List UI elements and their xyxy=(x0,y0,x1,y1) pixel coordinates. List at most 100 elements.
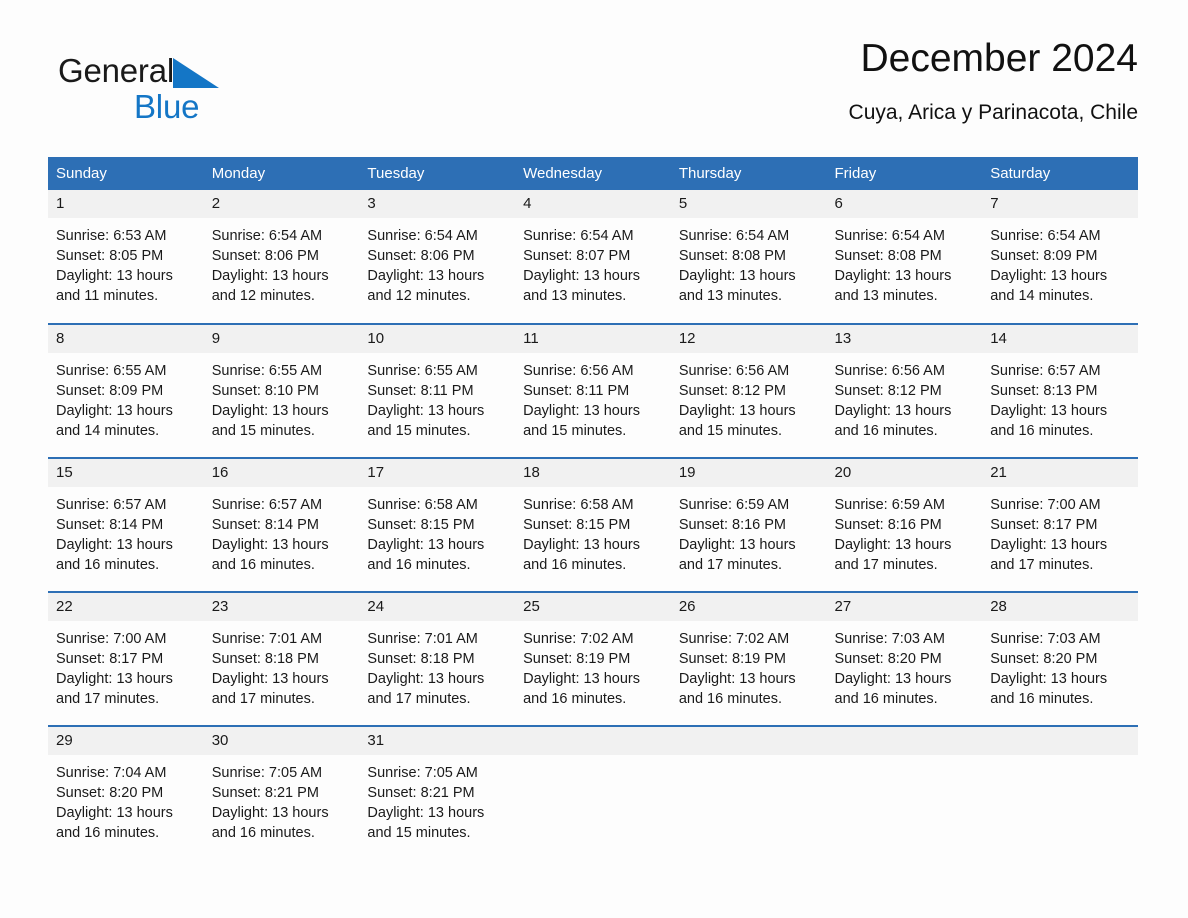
calendar-day-cell[interactable]: 3 Sunrise: 6:54 AM Sunset: 8:06 PM Daylight… xyxy=(359,190,516,324)
page-header: General Blue December 2024 Cuya, Arica y… xyxy=(48,36,1138,144)
day-number: 18 xyxy=(515,459,671,487)
sunrise-text: Sunrise: 7:01 AM xyxy=(367,631,478,647)
day-number: 24 xyxy=(359,593,516,621)
sunset-text: Sunset: 8:17 PM xyxy=(56,651,164,667)
calendar-day-cell[interactable]: 17 Sunrise: 6:58 AM Sunset: 8:15 PM Dayligh… xyxy=(359,457,516,592)
sunset-text: Sunset: 8:16 PM xyxy=(834,517,942,533)
calendar-day-cell[interactable]: 28 Sunrise: 7:03 AM Sunset: 8:20 PM Dayligh… xyxy=(982,591,1138,726)
daylight-text-line1: Daylight: 13 hours xyxy=(56,805,173,821)
daylight-text-line1: Daylight: 13 hours xyxy=(834,671,952,687)
daylight-text-line1: Daylight: 13 hours xyxy=(367,671,485,687)
weekday-header-friday: Friday xyxy=(826,157,983,190)
daylight-text-line2: and 16 minutes. xyxy=(834,423,938,439)
day-details: Sunrise: 6:57 AM Sunset: 8:13 PM Daylight:… xyxy=(982,353,1138,441)
daylight-text-line2: and 17 minutes. xyxy=(990,557,1094,573)
sunset-text: Sunset: 8:15 PM xyxy=(523,517,631,533)
sunset-text: Sunset: 8:10 PM xyxy=(211,383,319,399)
calendar-day-cell[interactable]: 18 Sunrise: 6:58 AM Sunset: 8:15 PM Dayligh… xyxy=(515,457,671,592)
day-number xyxy=(515,727,671,755)
sunset-text: Sunset: 8:05 PM xyxy=(56,248,164,264)
calendar-day-cell[interactable]: 27 Sunrise: 7:03 AM Sunset: 8:20 PM Dayligh… xyxy=(826,591,983,726)
daylight-text-line1: Daylight: 13 hours xyxy=(678,268,796,284)
daylight-text-line1: Daylight: 13 hours xyxy=(211,537,329,553)
daylight-text-line1: Daylight: 13 hours xyxy=(523,403,640,419)
calendar-day-cell[interactable]: 19 Sunrise: 6:59 AM Sunset: 8:16 PM Dayligh… xyxy=(670,457,827,592)
calendar-day-cell[interactable]: 23 Sunrise: 7:01 AM Sunset: 8:18 PM Dayligh… xyxy=(203,591,360,726)
calendar-day-cell[interactable]: 22 Sunrise: 7:00 AM Sunset: 8:17 PM Dayligh… xyxy=(48,591,204,726)
day-details: Sunrise: 6:56 AM Sunset: 8:11 PM Daylight:… xyxy=(515,353,671,441)
sunrise-text: Sunrise: 6:56 AM xyxy=(523,363,634,379)
daylight-text-line2: and 16 minutes. xyxy=(211,825,315,841)
calendar-day-cell[interactable]: 9 Sunrise: 6:55 AM Sunset: 8:10 PM Daylight… xyxy=(203,323,360,458)
sunrise-text: Sunrise: 6:57 AM xyxy=(211,497,323,513)
day-number xyxy=(982,727,1138,755)
sunset-text: Sunset: 8:12 PM xyxy=(834,383,942,399)
daylight-text-line2: and 15 minutes. xyxy=(678,423,782,439)
daylight-text-line1: Daylight: 13 hours xyxy=(56,671,173,687)
calendar-day-cell[interactable]: 29 Sunrise: 7:04 AM Sunset: 8:20 PM Dayligh… xyxy=(48,725,204,860)
calendar-day-cell[interactable]: 6 Sunrise: 6:54 AM Sunset: 8:08 PM Daylight… xyxy=(826,190,983,324)
calendar-table: Sunday Monday Tuesday Wednesday Thursday… xyxy=(48,157,1138,860)
sunset-text: Sunset: 8:06 PM xyxy=(211,248,319,264)
logo-text-general: General xyxy=(58,52,175,89)
daylight-text-line2: and 13 minutes. xyxy=(834,288,938,304)
sunset-text: Sunset: 8:16 PM xyxy=(678,517,787,533)
calendar-day-cell[interactable]: 21 Sunrise: 7:00 AM Sunset: 8:17 PM Dayligh… xyxy=(982,457,1138,592)
daylight-text-line2: and 17 minutes. xyxy=(211,691,315,707)
day-number: 17 xyxy=(359,459,516,487)
calendar-day-cell[interactable]: 5 Sunrise: 6:54 AM Sunset: 8:08 PM Daylight… xyxy=(670,190,827,324)
calendar-day-cell[interactable]: 10 Sunrise: 6:55 AM Sunset: 8:11 PM Dayligh… xyxy=(359,323,516,458)
calendar-day-cell[interactable]: 24 Sunrise: 7:01 AM Sunset: 8:18 PM Dayligh… xyxy=(359,591,516,726)
calendar-day-cell[interactable]: 14 Sunrise: 6:57 AM Sunset: 8:13 PM Dayligh… xyxy=(982,323,1138,458)
calendar-day-cell[interactable]: 15 Sunrise: 6:57 AM Sunset: 8:14 PM Dayligh… xyxy=(48,457,204,592)
calendar-day-cell[interactable]: 12 Sunrise: 6:56 AM Sunset: 8:12 PM Dayligh… xyxy=(670,323,827,458)
sunset-text: Sunset: 8:15 PM xyxy=(367,517,475,533)
calendar-day-cell[interactable]: 25 Sunrise: 7:02 AM Sunset: 8:19 PM Dayligh… xyxy=(515,591,671,726)
sunset-text: Sunset: 8:18 PM xyxy=(211,651,319,667)
day-details: Sunrise: 7:05 AM Sunset: 8:21 PM Daylight:… xyxy=(204,755,360,843)
calendar-day-cell[interactable]: 13 Sunrise: 6:56 AM Sunset: 8:12 PM Dayligh… xyxy=(826,323,983,458)
sunset-text: Sunset: 8:13 PM xyxy=(990,383,1098,399)
calendar-day-cell[interactable]: 11 Sunrise: 6:56 AM Sunset: 8:11 PM Dayligh… xyxy=(515,323,671,458)
sunset-text: Sunset: 8:08 PM xyxy=(834,248,942,264)
generalblue-logo[interactable]: General Blue xyxy=(58,52,318,132)
sunset-text: Sunset: 8:12 PM xyxy=(678,383,787,399)
sunrise-text: Sunrise: 6:58 AM xyxy=(367,497,478,513)
calendar-cell-empty xyxy=(670,725,827,860)
calendar-day-cell[interactable]: 4 Sunrise: 6:54 AM Sunset: 8:07 PM Daylight… xyxy=(515,190,671,324)
sunrise-text: Sunrise: 6:59 AM xyxy=(678,497,790,513)
day-number: 23 xyxy=(203,593,360,621)
day-details: Sunrise: 6:59 AM Sunset: 8:16 PM Daylight:… xyxy=(827,487,983,575)
day-number: 3 xyxy=(359,190,516,218)
sunrise-text: Sunrise: 6:54 AM xyxy=(523,228,634,244)
calendar-day-cell[interactable]: 31 Sunrise: 7:05 AM Sunset: 8:21 PM Dayligh… xyxy=(359,725,516,860)
daylight-text-line1: Daylight: 13 hours xyxy=(834,403,952,419)
daylight-text-line1: Daylight: 13 hours xyxy=(367,805,485,821)
calendar-day-cell[interactable]: 2 Sunrise: 6:54 AM Sunset: 8:06 PM Daylight… xyxy=(203,190,360,324)
sunset-text: Sunset: 8:11 PM xyxy=(367,383,474,399)
sunrise-text: Sunrise: 7:00 AM xyxy=(990,497,1101,513)
calendar-day-cell[interactable]: 30 Sunrise: 7:05 AM Sunset: 8:21 PM Dayligh… xyxy=(203,725,360,860)
weekday-header-monday: Monday xyxy=(203,157,360,190)
calendar-week-row: 22 Sunrise: 7:00 AM Sunset: 8:17 PM Dayligh… xyxy=(48,591,1138,726)
title-block: December 2024 Cuya, Arica y Parinacota, … xyxy=(849,36,1138,126)
calendar-week-row: 8 Sunrise: 6:55 AM Sunset: 8:09 PM Daylight… xyxy=(48,323,1138,458)
day-number: 4 xyxy=(515,190,671,218)
day-number: 16 xyxy=(203,459,360,487)
daylight-text-line1: Daylight: 13 hours xyxy=(56,268,173,284)
day-number: 30 xyxy=(203,727,360,755)
day-number: 1 xyxy=(48,190,204,218)
calendar-day-cell[interactable]: 7 Sunrise: 6:54 AM Sunset: 8:09 PM Daylight… xyxy=(982,190,1138,324)
day-number: 12 xyxy=(670,325,827,353)
sunset-text: Sunset: 8:07 PM xyxy=(523,248,631,264)
calendar-day-cell[interactable]: 1 Sunrise: 6:53 AM Sunset: 8:05 PM Daylight… xyxy=(48,190,204,324)
weekday-header-wednesday: Wednesday xyxy=(515,157,671,190)
daylight-text-line1: Daylight: 13 hours xyxy=(990,268,1108,284)
calendar-day-cell[interactable]: 20 Sunrise: 6:59 AM Sunset: 8:16 PM Dayligh… xyxy=(826,457,983,592)
daylight-text-line1: Daylight: 13 hours xyxy=(211,268,329,284)
calendar-day-cell[interactable]: 26 Sunrise: 7:02 AM Sunset: 8:19 PM Dayligh… xyxy=(670,591,827,726)
calendar-day-cell[interactable]: 16 Sunrise: 6:57 AM Sunset: 8:14 PM Dayligh… xyxy=(203,457,360,592)
calendar-day-cell[interactable]: 8 Sunrise: 6:55 AM Sunset: 8:09 PM Daylight… xyxy=(48,323,204,458)
day-details: Sunrise: 6:58 AM Sunset: 8:15 PM Daylight:… xyxy=(515,487,671,575)
calendar-cell-empty xyxy=(982,725,1138,860)
